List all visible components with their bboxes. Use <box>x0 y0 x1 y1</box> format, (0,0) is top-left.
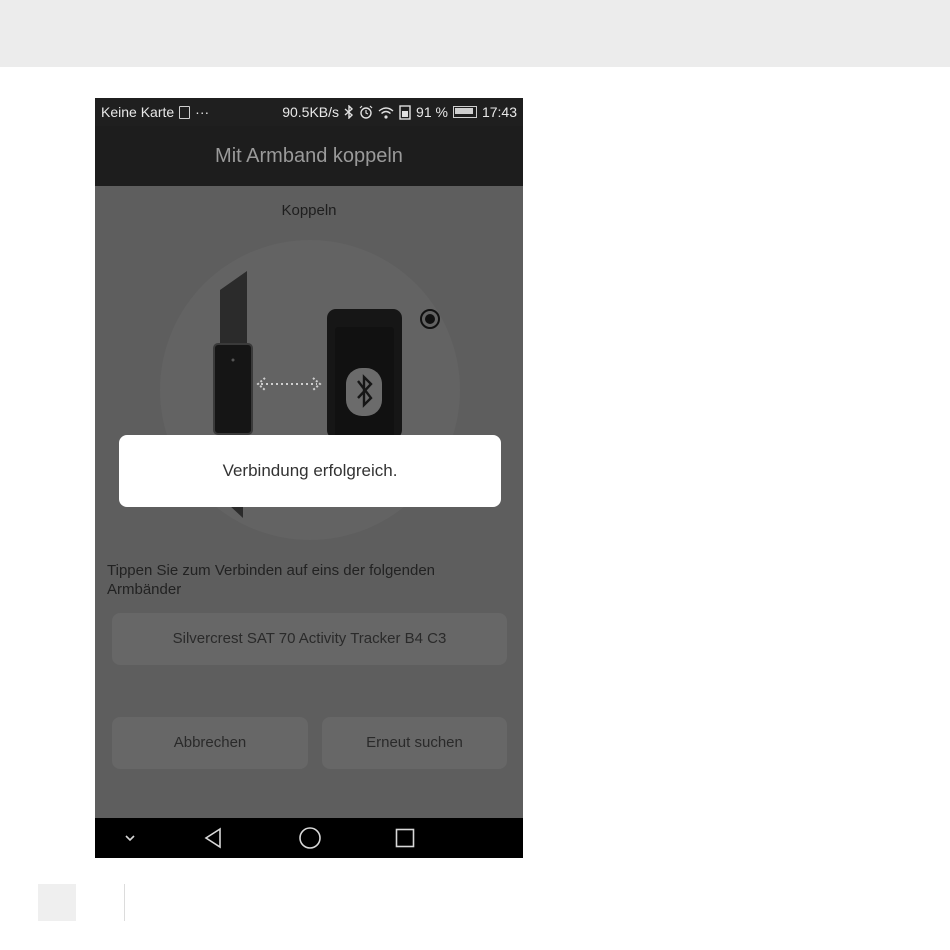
success-toast: Verbindung erfolgreich. <box>119 435 501 507</box>
radio-indicator-icon <box>420 309 440 329</box>
rescan-button[interactable]: Erneut suchen <box>322 717 507 769</box>
page-divider <box>124 884 125 921</box>
connection-arrow <box>256 377 322 391</box>
page-number-box <box>38 884 76 921</box>
success-message: Verbindung erfolgreich. <box>222 461 398 480</box>
nav-home-icon <box>299 827 321 849</box>
nav-back-icon <box>204 827 221 849</box>
nav-back-button[interactable] <box>198 818 228 858</box>
nav-collapse-icon <box>125 835 135 842</box>
instruction-text: Tippen Sie zum Verbinden auf eins der fo… <box>107 562 436 598</box>
nav-home-button[interactable] <box>295 818 325 858</box>
phone-illustration <box>327 309 402 439</box>
cancel-button[interactable]: Abbrechen <box>112 717 308 769</box>
nav-recents-icon <box>395 828 415 848</box>
device-list-item[interactable]: Silvercrest SAT 70 Activity Tracker B4 C… <box>112 613 507 665</box>
document-header-band <box>0 0 950 67</box>
page-edge-strip <box>940 67 950 950</box>
nav-collapse-button[interactable] <box>115 818 145 858</box>
phone-screen: Keine Karte ··· 90.5KB/s 91 % 17:43 Mit … <box>95 98 523 858</box>
nav-recents-button[interactable] <box>390 818 420 858</box>
navigation-bar <box>95 818 523 858</box>
tracker-illustration <box>213 271 253 435</box>
